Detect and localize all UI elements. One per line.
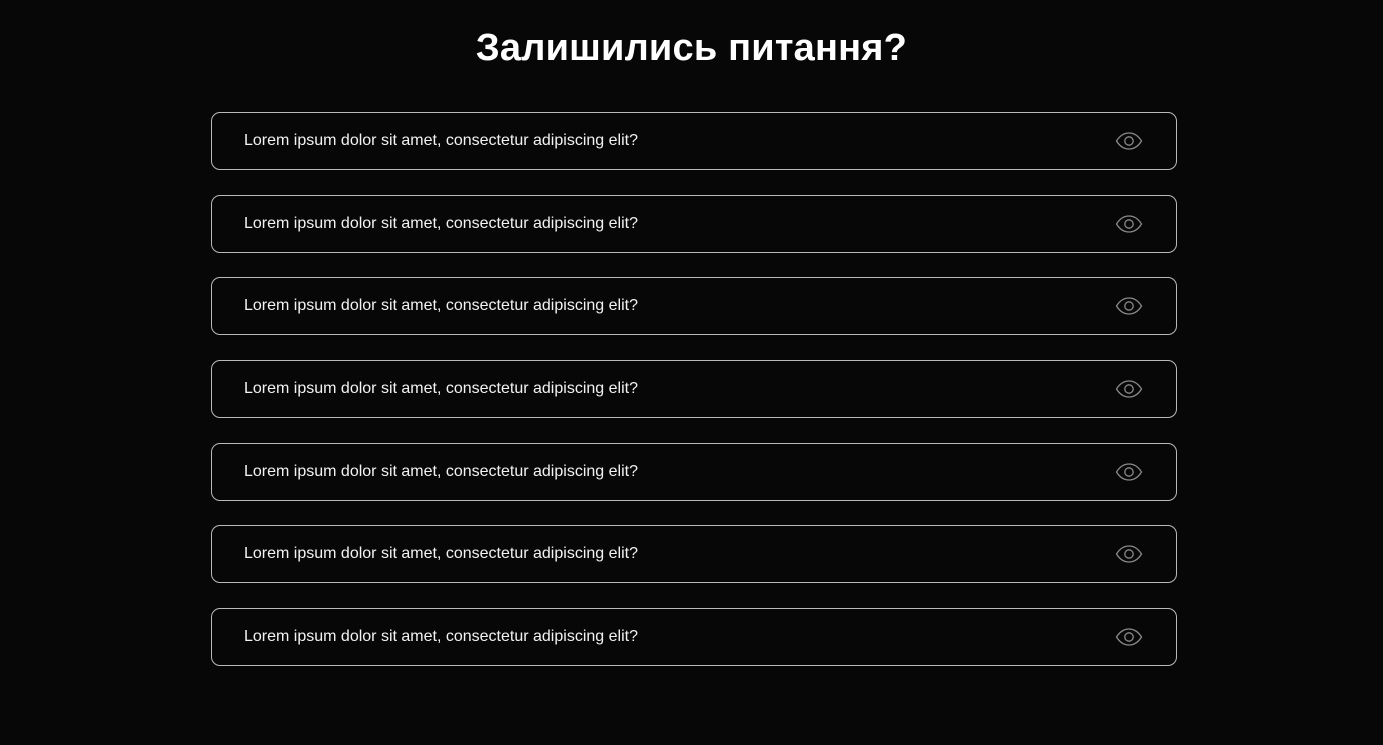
eye-icon[interactable]	[1115, 462, 1143, 482]
faq-section: Залишились питання? Lorem ipsum dolor si…	[0, 0, 1383, 745]
faq-question: Lorem ipsum dolor sit amet, consectetur …	[244, 297, 638, 315]
eye-icon[interactable]	[1115, 627, 1143, 647]
eye-icon[interactable]	[1115, 214, 1143, 234]
faq-item[interactable]: Lorem ipsum dolor sit amet, consectetur …	[211, 608, 1177, 667]
eye-icon[interactable]	[1115, 131, 1143, 151]
faq-item[interactable]: Lorem ipsum dolor sit amet, consectetur …	[211, 525, 1177, 584]
faq-item[interactable]: Lorem ipsum dolor sit amet, consectetur …	[211, 277, 1177, 336]
faq-question: Lorem ipsum dolor sit amet, consectetur …	[244, 545, 638, 563]
faq-item[interactable]: Lorem ipsum dolor sit amet, consectetur …	[211, 442, 1177, 501]
eye-icon[interactable]	[1115, 544, 1143, 564]
faq-list: Lorem ipsum dolor sit amet, consectetur …	[211, 112, 1177, 691]
faq-question: Lorem ipsum dolor sit amet, consectetur …	[244, 628, 638, 646]
faq-item[interactable]: Lorem ipsum dolor sit amet, consectetur …	[211, 112, 1177, 170]
faq-question: Lorem ipsum dolor sit amet, consectetur …	[244, 380, 638, 398]
faq-item[interactable]: Lorem ipsum dolor sit amet, consectetur …	[211, 360, 1177, 419]
faq-question: Lorem ipsum dolor sit amet, consectetur …	[244, 462, 638, 480]
page-title: Залишились питання?	[475, 27, 908, 69]
eye-icon[interactable]	[1115, 379, 1143, 399]
eye-icon[interactable]	[1115, 296, 1143, 316]
faq-item[interactable]: Lorem ipsum dolor sit amet, consectetur …	[211, 194, 1177, 253]
faq-question: Lorem ipsum dolor sit amet, consectetur …	[244, 214, 638, 232]
faq-question: Lorem ipsum dolor sit amet, consectetur …	[244, 132, 638, 149]
